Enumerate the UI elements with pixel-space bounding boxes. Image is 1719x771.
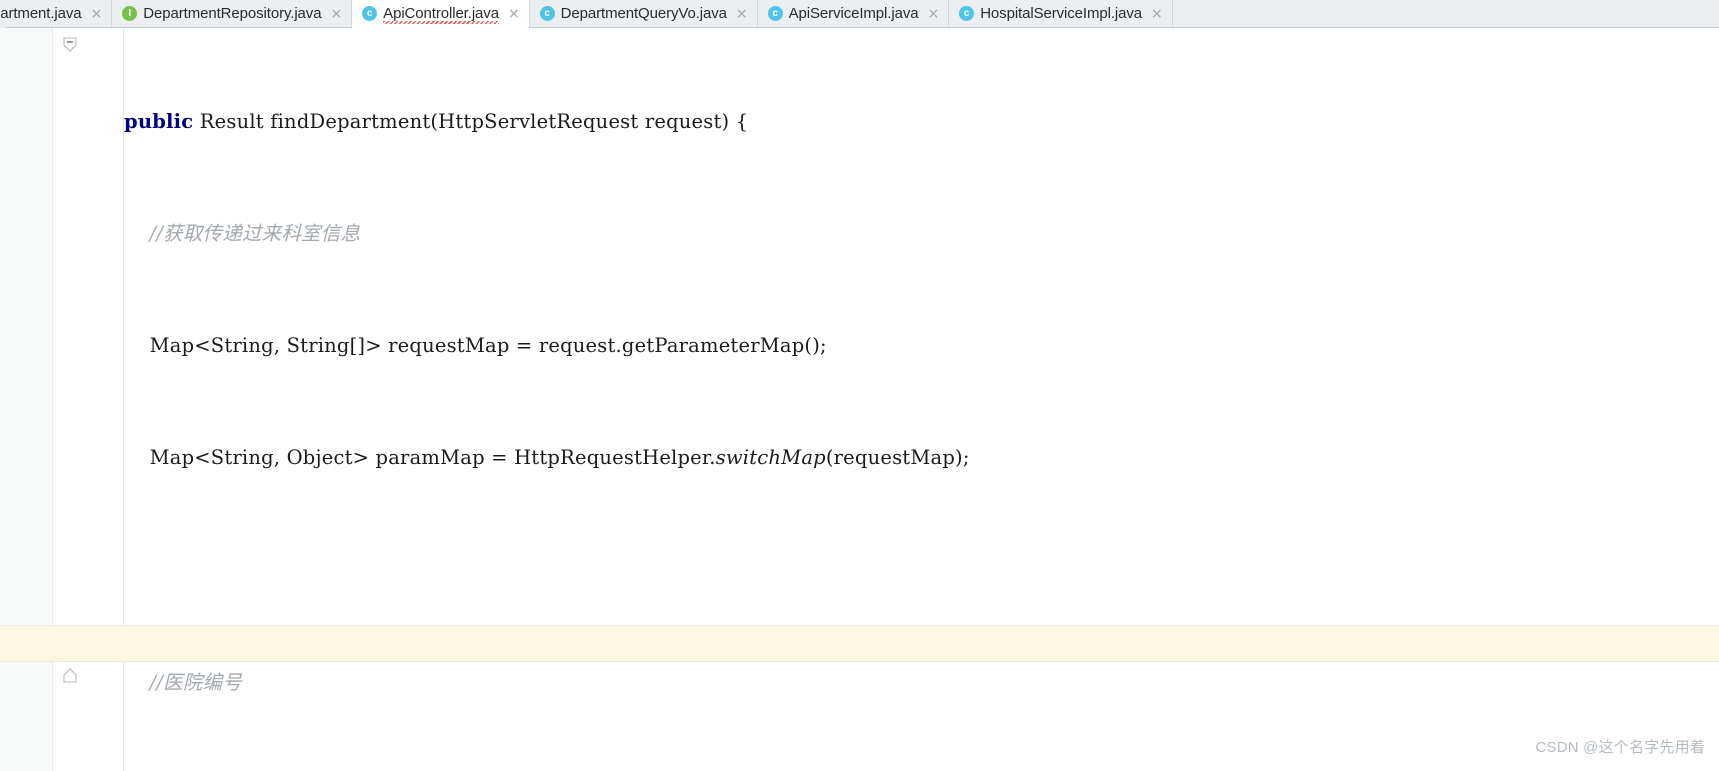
close-icon[interactable]: ×: [91, 7, 103, 21]
tab-departmentrepository-java[interactable]: I DepartmentRepository.java ×: [112, 0, 353, 27]
code-line-4[interactable]: Map<String, Object> paramMap = HttpReque…: [124, 439, 1719, 476]
fold-minus-icon[interactable]: [61, 36, 79, 54]
token-plain: (requestMap);: [825, 446, 970, 470]
token-comment: //获取传递过来科室信息: [149, 222, 361, 246]
tab-bar-empty-space: [1172, 0, 1719, 27]
class-icon: c: [959, 6, 975, 21]
token-static-method: switchMap: [715, 446, 826, 470]
tab-departmentqueryvo-java[interactable]: c DepartmentQueryVo.java ×: [529, 0, 758, 27]
tab-apiserviceimpl-java[interactable]: c ApiServiceImpl.java ×: [757, 0, 950, 27]
tab-label: Department.java: [0, 5, 82, 22]
code-line-1[interactable]: public Result findDepartment(HttpServlet…: [124, 103, 1719, 140]
code-line-6[interactable]: //医院编号: [124, 664, 1719, 701]
tab-label: DepartmentRepository.java: [143, 5, 322, 22]
tab-hospitalserviceimpl-java[interactable]: c HospitalServiceImpl.java ×: [949, 0, 1173, 27]
close-icon[interactable]: ×: [1151, 7, 1163, 21]
editor-tab-bar: c Department.java × I DepartmentReposito…: [0, 0, 1719, 28]
close-icon[interactable]: ×: [736, 7, 748, 21]
class-icon: c: [362, 6, 378, 21]
tab-department-java[interactable]: c Department.java ×: [0, 0, 113, 27]
tab-label: DepartmentQueryVo.java: [560, 5, 727, 22]
close-icon[interactable]: ×: [927, 7, 939, 21]
token-keyword: public: [124, 109, 194, 133]
token-plain: Map<String, String[]> requestMap = reque…: [124, 334, 827, 358]
class-icon: c: [539, 6, 555, 21]
tab-label: ApiServiceImpl.java: [788, 5, 919, 22]
close-icon[interactable]: ×: [508, 7, 520, 21]
csdn-watermark: CSDN @这个名字先用着: [1535, 739, 1705, 756]
tab-label: ApiController.java: [383, 5, 499, 24]
class-icon: c: [767, 6, 783, 21]
tab-label: HospitalServiceImpl.java: [980, 5, 1143, 22]
token-plain: Result findDepartment(HttpServletRequest…: [193, 109, 749, 133]
interface-icon: I: [122, 6, 138, 21]
code-line-2[interactable]: //获取传递过来科室信息: [124, 215, 1719, 252]
token-plain: Map<String, Object> paramMap = HttpReque…: [124, 446, 716, 470]
fold-end-icon[interactable]: [61, 666, 79, 684]
tab-apicontroller-java[interactable]: c ApiController.java ×: [352, 0, 530, 28]
code-text-area[interactable]: public Result findDepartment(HttpServlet…: [124, 28, 1719, 771]
close-icon[interactable]: ×: [330, 7, 342, 21]
code-editor[interactable]: public Result findDepartment(HttpServlet…: [0, 28, 1719, 771]
token-comment: //医院编号: [149, 670, 242, 694]
code-line-3[interactable]: Map<String, String[]> requestMap = reque…: [124, 327, 1719, 364]
